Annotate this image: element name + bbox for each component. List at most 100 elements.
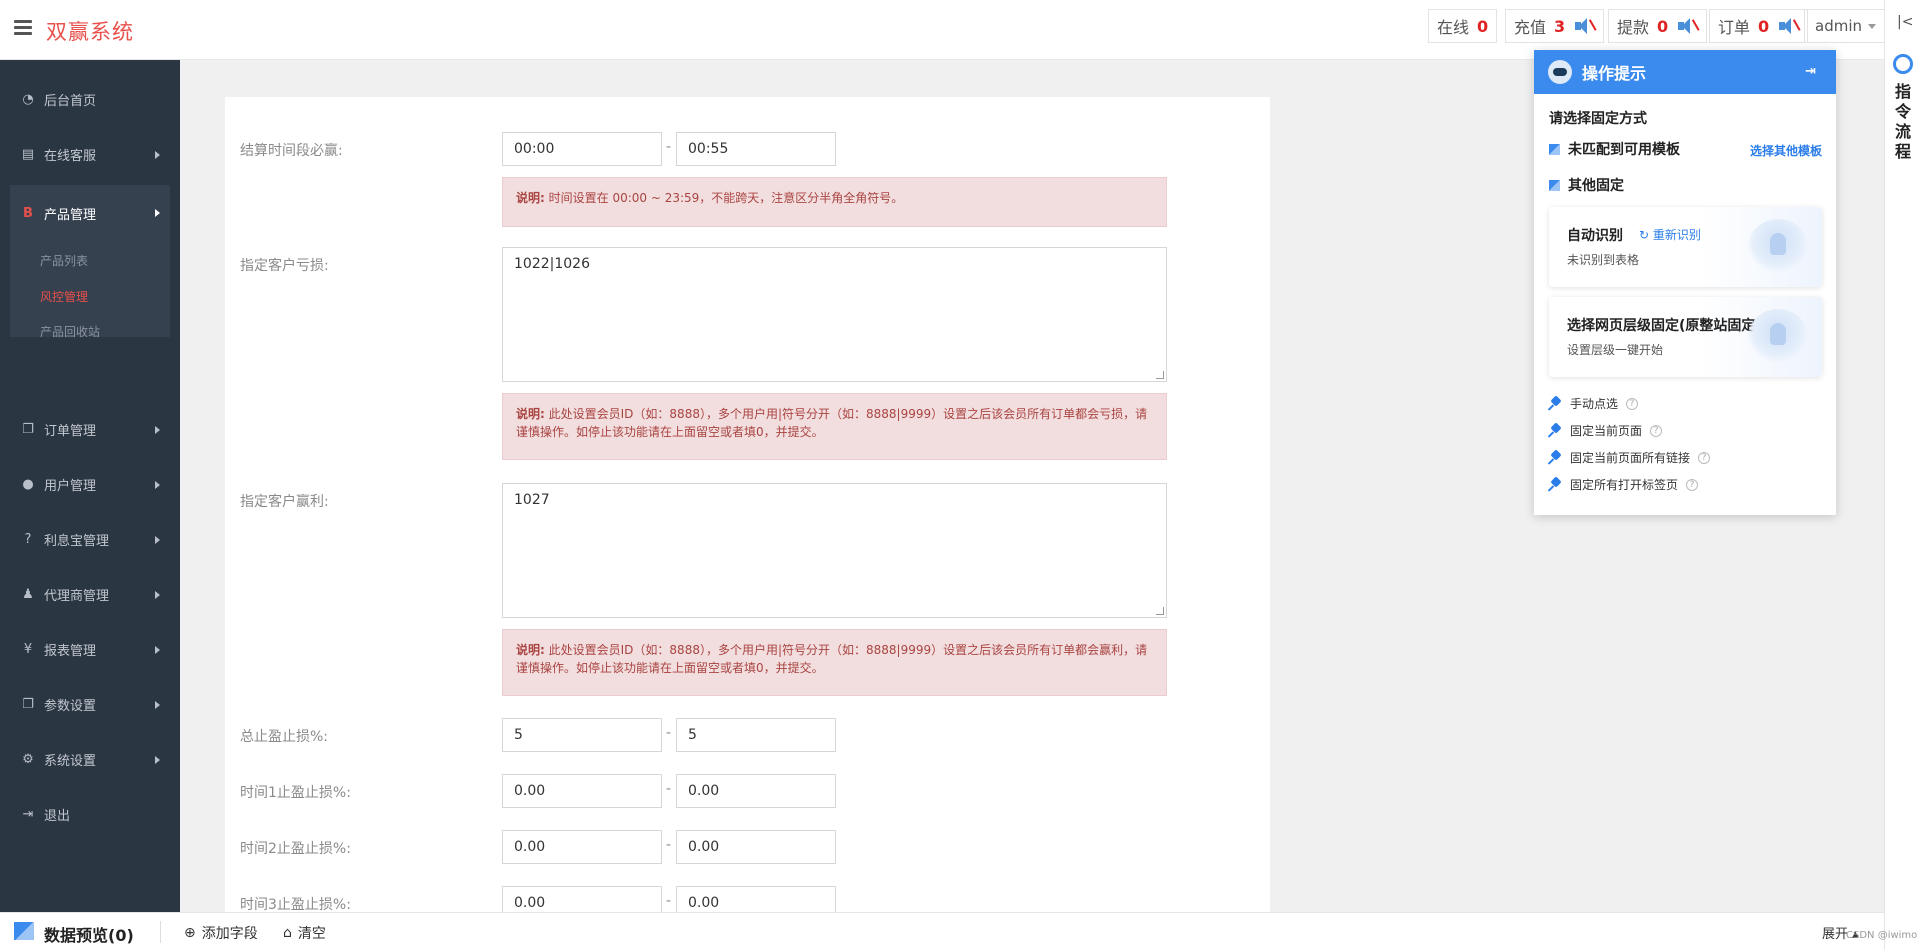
menu-toggle-icon[interactable] — [14, 20, 32, 36]
sidebar-item-label: 订单管理 — [44, 424, 97, 439]
range-separator: - — [666, 725, 672, 741]
card-title: 自动识别 — [1567, 228, 1623, 244]
customer-loss-note: 说明: 此处设置会员ID（如：8888），多个用户用|符号分开（如：8888|9… — [502, 393, 1167, 460]
sidebar-item-products[interactable]: B 产品管理 — [10, 185, 170, 242]
data-preview-bar: 数据预览(0) ⊕ 添加字段 ⌂ 清空 展开 ▴ — [0, 912, 1884, 950]
auto-detect-card[interactable]: 自动识别 ↻ 重新识别 未识别到表格 — [1549, 207, 1822, 287]
note-text: 时间设置在 00:00 ~ 23:59，不能跨天，注意区分半角全角符号。 — [548, 191, 904, 205]
settle-start-input[interactable]: 00:00 — [502, 132, 662, 166]
chevron-right-icon — [155, 701, 160, 709]
tips-panel-header: 操作提示 ⇥ — [1534, 50, 1836, 94]
chevron-right-icon — [155, 209, 160, 217]
sidebar-item-interest[interactable]: ? 利息宝管理 — [0, 512, 180, 567]
mute-speaker-icon[interactable] — [1678, 17, 1700, 35]
withdraw-stat[interactable]: 提款 0 — [1608, 9, 1708, 43]
tool-fix-all-tabs[interactable]: 固定所有打开标签页 ? — [1547, 476, 1699, 493]
sidebar-item-params[interactable]: ❐ 参数设置 — [0, 677, 180, 732]
chevron-right-icon — [155, 151, 160, 159]
help-icon[interactable]: ? — [1698, 451, 1711, 464]
time2-stop-min-input[interactable]: 0.00 — [502, 830, 662, 864]
add-field-button[interactable]: ⊕ 添加字段 — [184, 923, 258, 943]
submenu-product-list[interactable]: 产品列表 — [40, 252, 88, 269]
online-stat[interactable]: 在线 0 — [1428, 9, 1498, 43]
plus-circle-icon: ⊕ — [184, 925, 196, 941]
range-separator: - — [666, 837, 672, 853]
range-separator: - — [666, 781, 672, 797]
resize-grip-icon[interactable] — [1156, 607, 1164, 615]
basket-icon: ⌂ — [283, 925, 292, 941]
sidebar-item-label: 产品管理 — [44, 208, 97, 223]
resize-grip-icon[interactable] — [1156, 371, 1164, 379]
note-label: 说明: — [516, 407, 545, 421]
choose-template-link[interactable]: 选择其他模板 — [1750, 142, 1822, 159]
withdraw-count: 0 — [1657, 16, 1669, 36]
chevron-right-icon — [155, 481, 160, 489]
time2-stop-max-input[interactable]: 0.00 — [676, 830, 836, 864]
robot-icon — [1548, 60, 1572, 84]
range-separator: - — [666, 893, 672, 909]
products-submenu: 产品列表 风控管理 产品回收站 — [10, 242, 170, 340]
customer-win-textarea[interactable]: 1027 — [502, 483, 1167, 618]
sidebar-item-reports[interactable]: ¥ 报表管理 — [0, 622, 180, 677]
tool-fix-all-links[interactable]: 固定当前页面所有链接 ? — [1547, 449, 1711, 466]
mute-speaker-icon[interactable] — [1575, 17, 1597, 35]
sidebar-item-logout[interactable]: ⇥ 退出 — [0, 787, 180, 842]
settle-time-note: 说明: 时间设置在 00:00 ~ 23:59，不能跨天，注意区分半角全角符号。 — [502, 177, 1167, 227]
time2-stop-label: 时间2止盈止损%: — [240, 841, 351, 857]
time1-stop-max-input[interactable]: 0.00 — [676, 774, 836, 808]
online-count: 0 — [1477, 16, 1489, 36]
option-no-template[interactable]: 未匹配到可用模板 — [1549, 139, 1680, 159]
total-stop-min-input[interactable]: 5 — [502, 718, 662, 752]
sidebar-item-system[interactable]: ⚙ 系统设置 — [0, 732, 180, 787]
sidebar-item-label: 代理商管理 — [44, 589, 110, 604]
help-icon[interactable]: ? — [1686, 478, 1699, 491]
template-icon — [1549, 143, 1560, 155]
customer-win-value: 1027 — [514, 492, 550, 508]
template-icon — [1549, 179, 1560, 191]
collapse-right-icon[interactable]: ⇥ — [1805, 64, 1816, 79]
sidebar-item-label: 报表管理 — [44, 644, 97, 659]
sidebar-item-label: 后台首页 — [44, 94, 97, 109]
order-count: 0 — [1758, 16, 1770, 36]
recharge-stat[interactable]: 充值 3 — [1505, 9, 1605, 43]
help-icon[interactable]: ? — [1650, 424, 1663, 437]
command-flow-label[interactable]: 指令流程 — [1894, 82, 1912, 162]
extension-logo-icon[interactable] — [1893, 54, 1913, 74]
sidebar-item-agents[interactable]: ♟ 代理商管理 — [0, 567, 180, 622]
sidebar-item-dashboard[interactable]: ◔ 后台首页 — [0, 72, 180, 127]
option-other-fix[interactable]: 其他固定 — [1549, 175, 1624, 195]
submenu-product-recycle[interactable]: 产品回收站 — [40, 323, 100, 340]
caret-down-icon — [1868, 23, 1876, 29]
submenu-risk-control[interactable]: 风控管理 — [40, 288, 88, 305]
clear-button[interactable]: ⌂ 清空 — [283, 923, 326, 943]
help-icon[interactable]: ? — [1626, 397, 1639, 410]
tool-manual-select[interactable]: 手动点选 ? — [1547, 395, 1639, 412]
settle-time-label: 结算时间段必赢: — [240, 143, 343, 159]
total-stop-max-input[interactable]: 5 — [676, 718, 836, 752]
logout-icon: ⇥ — [22, 807, 34, 822]
pin-icon — [1547, 476, 1562, 492]
tool-fix-current-page[interactable]: 固定当前页面 ? — [1547, 422, 1663, 439]
chevron-right-icon — [155, 756, 160, 764]
time1-stop-min-input[interactable]: 0.00 — [502, 774, 662, 808]
expand-label: 展开 — [1822, 927, 1849, 942]
mute-speaker-icon[interactable] — [1779, 17, 1801, 35]
risk-control-form: 结算时间段必赢: 00:00 - 00:55 说明: 时间设置在 00:00 ~… — [225, 97, 1270, 913]
time3-stop-max-input[interactable]: 0.00 — [676, 886, 836, 912]
sidebar-item-users[interactable]: ● 用户管理 — [0, 457, 180, 512]
user-dropdown[interactable]: admin — [1804, 9, 1887, 43]
collapse-left-icon[interactable]: |< — [1897, 14, 1913, 30]
page-level-fix-card[interactable]: 选择网页层级固定(原整站固定) 设置层级一键开始 — [1549, 297, 1822, 377]
customer-loss-label: 指定客户亏损: — [240, 258, 329, 274]
sidebar-item-orders[interactable]: ❐ 订单管理 — [0, 402, 180, 457]
user-icon: ● — [22, 477, 34, 492]
sidebar-item-customer-service[interactable]: ▤ 在线客服 — [0, 127, 180, 182]
time3-stop-min-input[interactable]: 0.00 — [502, 886, 662, 912]
redetect-link[interactable]: ↻ 重新识别 — [1639, 226, 1701, 243]
withdraw-label: 提款 — [1617, 18, 1650, 37]
divider — [160, 921, 161, 943]
settle-end-input[interactable]: 00:55 — [676, 132, 836, 166]
data-preview-icon — [14, 922, 34, 940]
order-stat[interactable]: 订单 0 — [1709, 9, 1809, 43]
customer-loss-textarea[interactable]: 1022|1026 — [502, 247, 1167, 382]
